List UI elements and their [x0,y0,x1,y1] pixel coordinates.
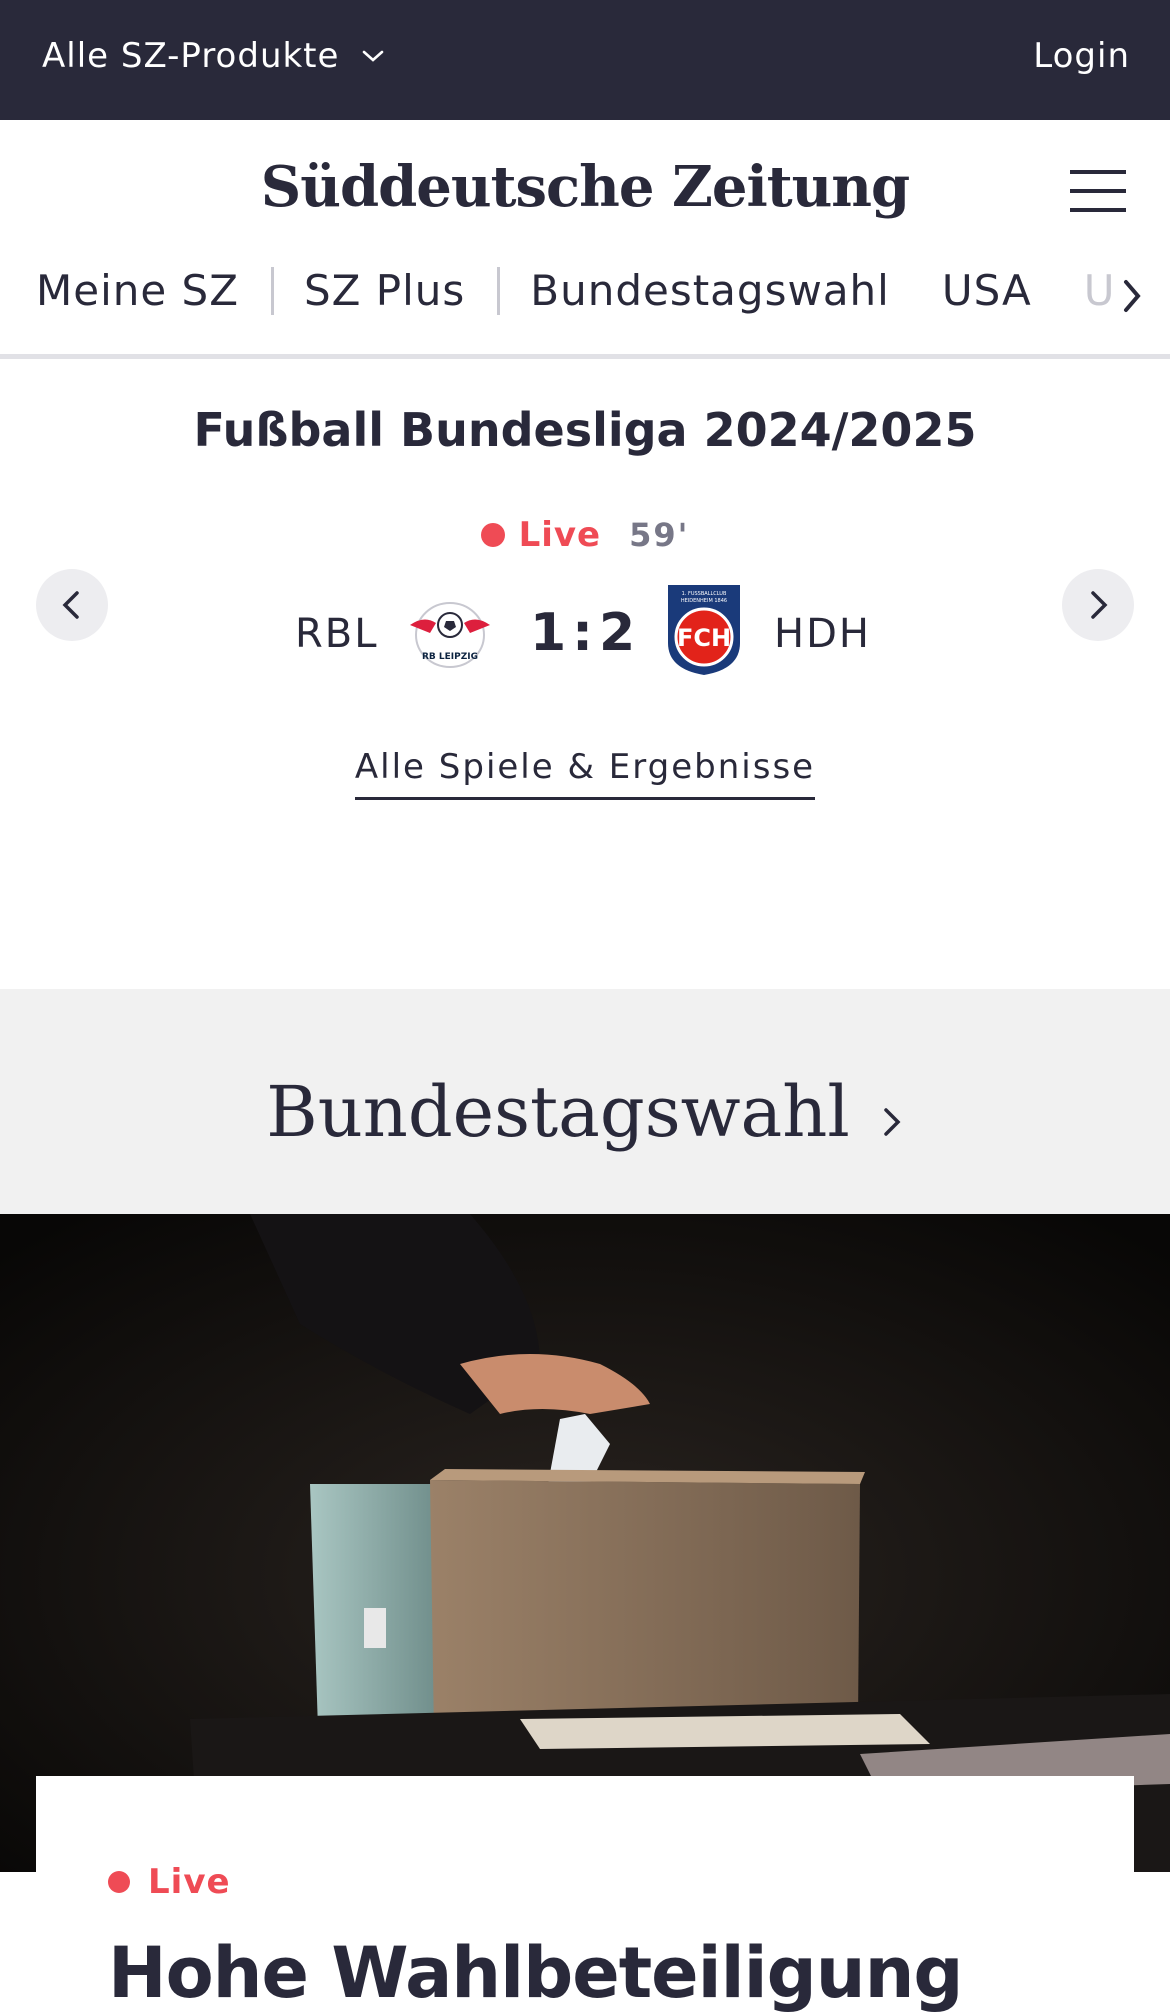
live-status: Live 59' [0,515,1170,555]
all-games-link-container: Alle Spiele & Ergebnisse [0,747,1170,800]
nav-scroll-right-button[interactable] [1112,276,1152,316]
chevron-right-icon [883,1108,901,1136]
home-team: RBL [295,611,379,657]
article-photo[interactable] [0,1214,1170,1872]
widget-title: Fußball Bundesliga 2024/2025 [193,403,977,457]
article-live-status: Live [108,1862,231,1902]
svg-text:1. FUSSBALLCLUB: 1. FUSSBALLCLUB [682,591,727,597]
section-header: Bundestagswahl [0,989,1170,1214]
hamburger-line [1070,189,1126,193]
live-label: Live [518,515,602,555]
site-logo[interactable]: Süddeutsche Zeitung [0,154,1170,220]
match-row[interactable]: RBL RB LEIPZIG 1:2 1. FUSSBALLCLUB HEIDE… [0,585,1170,689]
nav-divider [271,266,274,315]
rb-leipzig-crest-icon: RB LEIPZIG [410,602,490,668]
hamburger-icon [1070,170,1126,174]
nav-item-meine-sz[interactable]: Meine SZ [36,266,271,315]
match-minute: 59' [629,516,690,554]
svg-text:RB LEIPZIG: RB LEIPZIG [422,652,478,662]
topic-nav: Meine SZ SZ Plus Bundestagswahl USA U [0,246,1170,359]
away-team: HDH [774,611,871,657]
chevron-right-icon [1124,280,1141,312]
menu-button[interactable] [1070,170,1126,214]
hamburger-line [1070,208,1126,212]
match-score: 1:2 [530,603,642,663]
login-link[interactable]: Login [1033,36,1130,76]
live-dot-icon [480,523,505,547]
article-headline[interactable]: Hohe Wahlbeteiligung [108,1932,964,2014]
nav-item-sz-plus[interactable]: SZ Plus [304,266,497,315]
article-card[interactable]: Live Hohe Wahlbeteiligung [36,1776,1134,2016]
article-live-label: Live [148,1862,231,1902]
svg-text:FCH: FCH [677,624,731,652]
nav-item-usa[interactable]: USA [922,266,1064,315]
site-header: Süddeutsche Zeitung [0,120,1170,246]
all-products-label: Alle SZ-Produkte [42,36,340,76]
ballot-box-image [0,1214,1170,1872]
bundesliga-widget: Fußball Bundesliga 2024/2025 Live 59' RB… [0,359,1170,989]
section-title-link[interactable]: Bundestagswahl [0,1071,1170,1159]
all-games-link[interactable]: Alle Spiele & Ergebnisse [354,747,816,800]
top-bar: Alle SZ-Produkte Login [0,0,1170,120]
section-title: Bundestagswahl [266,1071,850,1153]
all-products-dropdown[interactable]: Alle SZ-Produkte [42,36,385,76]
nav-divider [497,266,501,315]
live-dot-icon [108,1871,130,1893]
chevron-down-icon [363,50,384,62]
nav-item-bundestagswahl[interactable]: Bundestagswahl [530,266,922,315]
svg-text:HEIDENHEIM 1846: HEIDENHEIM 1846 [681,598,727,604]
heidenheim-crest-icon: 1. FUSSBALLCLUB HEIDENHEIM 1846 FCH [668,585,740,675]
